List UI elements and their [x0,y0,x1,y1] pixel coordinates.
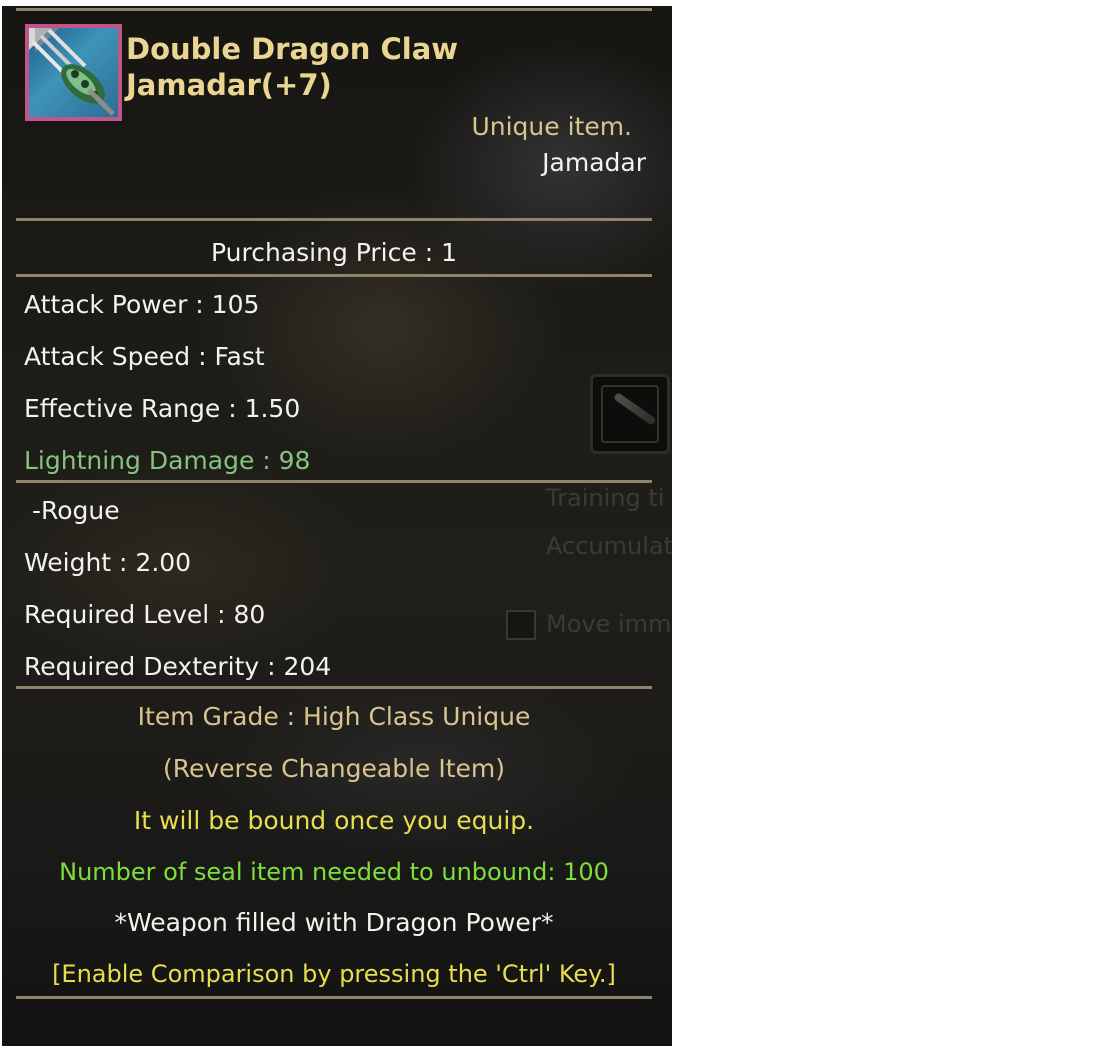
lightning-damage: Lightning Damage : 98 [24,446,311,475]
compare-hint: [Enable Comparison by pressing the 'Ctrl… [52,960,616,988]
divider-stats [16,274,652,277]
item-rarity: Unique item. [471,112,632,141]
item-tooltip: Training ti Accumulat Move imm Double Dr… [2,6,672,1046]
effective-range: Effective Range : 1.50 [24,394,301,423]
dragon-power-note: *Weapon filled with Dragon Power* [114,908,554,937]
attack-power: Attack Power : 105 [24,290,260,319]
unbound-seal-note: Number of seal item needed to unbound: 1… [59,858,609,886]
required-level: Required Level : 80 [24,600,266,629]
item-type: Jamadar [542,148,646,177]
bind-on-equip-note: It will be bound once you equip. [133,806,535,835]
item-grade: Item Grade : High Class Unique [137,702,531,731]
background-move-text: Move imm [546,610,672,638]
background-training-text: Training ti [546,484,665,512]
top-divider [16,8,652,11]
bottom-divider [16,996,652,999]
item-name-line-2: Jamadar(+7) [126,68,332,102]
background-accumulate-text: Accumulat [546,532,672,560]
background-weapon-slot [590,374,670,454]
divider-price [16,218,652,221]
divider-grade [16,686,652,689]
purchasing-price: Purchasing Price : 1 [211,238,457,267]
background-checkbox [506,610,536,640]
jamadar-claw-weapon-icon [25,24,122,121]
item-name-line-1: Double Dragon Claw [126,32,459,66]
weight: Weight : 2.00 [24,548,192,577]
class-requirement: -Rogue [24,496,120,525]
divider-requirements [16,480,652,483]
reverse-changeable-note: (Reverse Changeable Item) [162,754,506,783]
required-dexterity: Required Dexterity : 204 [24,652,332,681]
attack-speed: Attack Speed : Fast [24,342,265,371]
